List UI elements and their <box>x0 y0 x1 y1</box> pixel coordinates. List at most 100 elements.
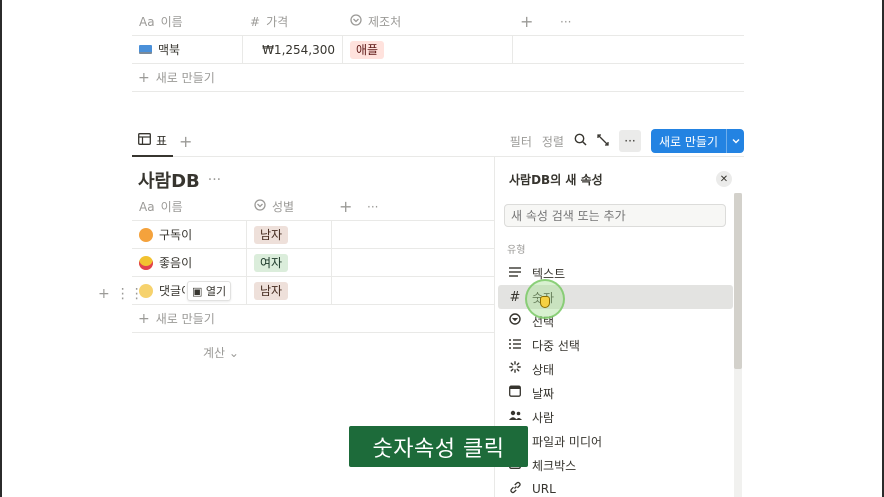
cell-name[interactable]: 댓글이 ▣ 열기 <box>132 276 247 305</box>
product-table: Aa 이름 # 가격 제조처 + ··· 맥북 ₩1,254,300 애플 + … <box>132 8 744 92</box>
cell-gender[interactable]: 남자 <box>247 276 332 305</box>
column-label: 성별 <box>272 200 295 214</box>
property-search-input[interactable] <box>504 204 726 227</box>
row-name: 댓글이 <box>159 284 185 298</box>
tab-table-view[interactable]: 표 <box>132 127 174 157</box>
table-row[interactable]: 맥북 ₩1,254,300 애플 <box>132 35 744 64</box>
heart-eyes-emoji-icon <box>139 255 153 270</box>
property-type-person[interactable]: 사람 <box>498 405 733 429</box>
number-icon: # <box>509 289 521 305</box>
column-label: 이름 <box>160 200 183 214</box>
window-edge-left <box>0 0 2 497</box>
gender-tag: 남자 <box>254 281 289 300</box>
close-icon[interactable]: ✕ <box>716 171 732 187</box>
section-label: 유형 <box>507 245 526 256</box>
column-header-maker[interactable]: 제조처 <box>343 8 513 36</box>
column-header-name[interactable]: Aa 이름 <box>132 193 247 221</box>
column-label: 제조처 <box>368 15 402 29</box>
more-options-button[interactable]: ··· <box>618 130 641 152</box>
column-header-gender[interactable]: 성별 <box>247 193 332 221</box>
property-type-label: URL <box>532 482 556 496</box>
property-type-checkbox[interactable]: 체크박스 <box>498 453 733 477</box>
cell-gender[interactable]: 여자 <box>247 248 332 277</box>
app-window: Aa 이름 # 가격 제조처 + ··· 맥북 ₩1,254,300 애플 + … <box>0 0 884 497</box>
text-icon <box>508 266 522 281</box>
add-row-button[interactable]: + 새로 만들기 <box>132 305 494 333</box>
gender-tag: 남자 <box>254 225 289 244</box>
add-row-label: 새로 만들기 <box>155 71 215 85</box>
column-header-name[interactable]: Aa 이름 <box>132 8 243 36</box>
panel-scrollbar[interactable] <box>734 193 742 497</box>
cell-name[interactable]: 좋음이 <box>132 248 247 277</box>
search-icon[interactable] <box>574 133 587 149</box>
table-row[interactable]: 댓글이 ▣ 열기 남자 <box>132 276 494 305</box>
plus-icon: + <box>138 69 150 86</box>
chevron-down-icon[interactable] <box>726 129 744 153</box>
scrollbar-thumb[interactable] <box>734 193 742 369</box>
expand-icon[interactable] <box>597 133 609 149</box>
database-title[interactable]: 사람DB ··· <box>138 167 221 193</box>
new-property-panel: 사람DB의 새 속성 ✕ 유형 텍스트 # 숫자 선택 다중 선택 <box>494 157 744 497</box>
select-type-icon <box>350 14 362 29</box>
property-type-url[interactable]: URL <box>498 477 733 497</box>
property-type-date[interactable]: 날짜 <box>498 381 733 405</box>
text-type-icon: Aa <box>139 199 155 214</box>
date-icon <box>508 385 522 401</box>
view-toolbar: 표 + 필터 정렬 ··· 새로 만들기 <box>132 127 744 157</box>
cell-maker[interactable]: 애플 <box>343 35 513 64</box>
select-icon <box>508 313 522 329</box>
text-type-icon: Aa <box>139 14 155 29</box>
table-header: Aa 이름 # 가격 제조처 + ··· <box>132 8 744 36</box>
calculate-button[interactable]: 계산 ⌄ <box>203 344 239 361</box>
new-button-label[interactable]: 새로 만들기 <box>651 129 726 153</box>
property-type-label: 다중 선택 <box>532 338 580 353</box>
add-view-button[interactable]: + <box>179 132 192 151</box>
column-header-price[interactable]: # 가격 <box>243 8 343 36</box>
row-handle[interactable]: + ⋮⋮ <box>98 286 144 302</box>
gender-tag: 여자 <box>254 253 289 272</box>
property-type-label: 파일과 미디어 <box>532 434 603 449</box>
maker-tag: 애플 <box>350 40 385 59</box>
add-row-label: 새로 만들기 <box>155 312 215 326</box>
table-row[interactable]: 구독이 남자 <box>132 220 494 249</box>
tab-label: 표 <box>156 134 168 148</box>
add-column-button[interactable]: + <box>513 8 553 36</box>
number-type-icon: # <box>250 14 261 29</box>
open-row-button[interactable]: ▣ 열기 <box>187 280 232 301</box>
tutorial-caption: 숫자속성 클릭 <box>349 426 528 467</box>
cell-name[interactable]: 구독이 <box>132 220 247 249</box>
face-emoji-icon <box>139 227 153 242</box>
property-type-file[interactable]: 파일과 미디어 <box>498 429 733 453</box>
cell-price[interactable]: ₩1,254,300 <box>243 35 343 64</box>
property-type-status[interactable]: 상태 <box>498 357 733 381</box>
person-icon <box>508 410 522 425</box>
drag-handle-icon[interactable]: ⋮⋮ <box>116 286 144 302</box>
column-label: 이름 <box>160 15 183 29</box>
plus-icon: + <box>138 310 150 327</box>
property-type-label: 날짜 <box>532 386 555 401</box>
property-type-label: 상태 <box>532 362 555 377</box>
database-title-text[interactable]: 사람DB <box>138 167 200 193</box>
laptop-icon <box>139 45 152 54</box>
more-options-button[interactable]: ··· <box>360 193 390 221</box>
multi-select-icon <box>508 338 522 353</box>
more-options-icon[interactable]: ··· <box>208 172 221 188</box>
cell-name[interactable]: 맥북 <box>132 35 243 64</box>
calculate-label: 계산 <box>203 346 226 360</box>
sort-button[interactable]: 정렬 <box>542 133 564 150</box>
table-header: Aa 이름 성별 + ··· <box>132 193 494 221</box>
property-type-label: 체크박스 <box>532 458 577 473</box>
filter-button[interactable]: 필터 <box>510 133 532 150</box>
cell-gender[interactable]: 남자 <box>247 220 332 249</box>
chevron-down-icon: ⌄ <box>228 346 239 360</box>
property-type-label: 사람 <box>532 410 555 425</box>
property-type-multi-select[interactable]: 다중 선택 <box>498 333 733 357</box>
more-options-button[interactable]: ··· <box>553 8 583 36</box>
add-row-button[interactable]: + 새로 만들기 <box>132 64 744 92</box>
toolbar-actions: 필터 정렬 ··· 새로 만들기 <box>510 127 744 155</box>
status-icon <box>508 361 522 377</box>
table-row[interactable]: 좋음이 여자 <box>132 248 494 277</box>
add-column-button[interactable]: + <box>332 193 360 221</box>
new-button[interactable]: 새로 만들기 <box>650 129 744 153</box>
add-row-plus-icon[interactable]: + <box>98 286 110 302</box>
